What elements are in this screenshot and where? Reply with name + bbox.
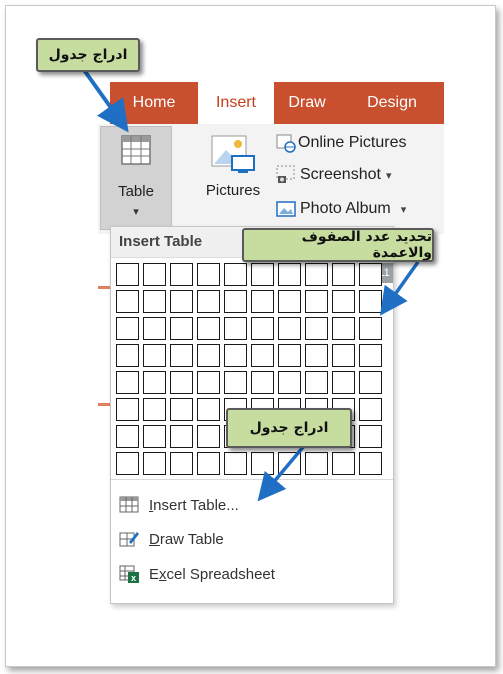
arrow-to-grid bbox=[379, 260, 420, 316]
arrow-to-table-button bbox=[82, 68, 129, 133]
annotation-arrows bbox=[82, 68, 420, 502]
arrow-to-insert-table bbox=[257, 444, 306, 502]
callout-insert-table-top: ادراج جدول bbox=[36, 38, 140, 72]
callout-rows-columns: تحديد عدد الصفوف والاعمدة bbox=[242, 228, 434, 262]
callout-insert-table-bottom: ادراج جدول bbox=[226, 408, 352, 448]
